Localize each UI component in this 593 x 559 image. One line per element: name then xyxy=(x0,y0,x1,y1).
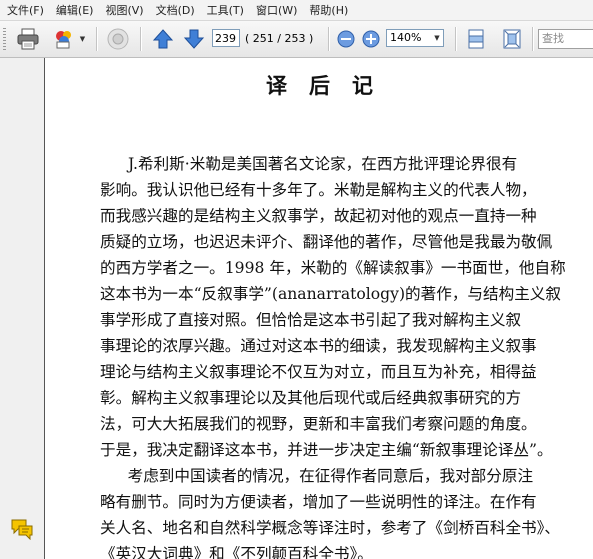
zoom-in-button[interactable] xyxy=(360,26,382,52)
fit-page-icon xyxy=(503,29,521,49)
menu-window[interactable]: 窗口(W) xyxy=(250,2,303,18)
menu-file[interactable]: 文件(F) xyxy=(0,2,50,18)
menu-view[interactable]: 视图(V) xyxy=(99,2,149,18)
zoom-select[interactable]: 140% ▼ xyxy=(386,29,444,47)
text-line: 法，可大大拓展我们的视野，更新和丰富我们考察问题的角度。 xyxy=(100,415,537,433)
text-line: 《英汉大词典》和《不列颠百科全书》。 xyxy=(100,545,373,559)
menu-tools[interactable]: 工具(T) xyxy=(201,2,250,18)
fit-width-icon xyxy=(468,29,484,49)
text-line: 关人名、地名和自然科学概念等译注时，参考了《剑桥百科全书》、 xyxy=(100,519,561,537)
chevron-down-icon: ▼ xyxy=(79,35,86,43)
search-input[interactable]: 查找 xyxy=(538,29,593,49)
menu-help[interactable]: 帮助(H) xyxy=(303,2,354,18)
text-line: 影响。我认识他已经有十多年了。米勒是解构主义的代表人物， xyxy=(100,181,537,199)
text-line: 质疑的立场，也迟迟未评介、翻译他的著作，尽管他是我最为敬佩 xyxy=(100,233,553,251)
print-button[interactable] xyxy=(13,26,43,52)
text-line: J.希利斯·米勒是美国著名文论家，在西方批评理论界很有 xyxy=(128,155,518,173)
fit-width-button[interactable] xyxy=(462,26,490,52)
text-line: 理论与结构主义叙事理论不仅互为对立，而且互为补充，相得益 xyxy=(100,363,537,381)
text-line: 考虑到中国读者的情况，在征得作者同意后，我对部分原注 xyxy=(112,467,534,485)
document-page[interactable]: 译后记 J.希利斯·米勒是美国著名文论家，在西方批评理论界很有 影响。我认识他已… xyxy=(44,58,593,559)
comments-icon xyxy=(11,519,33,541)
page-number-input[interactable]: 239 xyxy=(212,29,240,47)
print-icon xyxy=(17,28,39,50)
page-title: 译后记 xyxy=(266,73,395,98)
comments-button[interactable] xyxy=(10,518,34,544)
arrow-up-icon xyxy=(152,29,174,49)
share-button[interactable]: ▼ xyxy=(50,26,88,52)
text-line: 彰。解构主义叙事理论以及其他后现代或后经典叙事研究的方 xyxy=(100,389,522,407)
text-line: 于是，我决定翻译这本书，并进一步决定主编“新叙事理论译丛”。 xyxy=(100,441,553,459)
zoom-out-button[interactable] xyxy=(335,26,357,52)
next-page-button[interactable] xyxy=(180,26,208,52)
toolbar: ▼ 239 ( 251 / 253 ) 140% ▼ 查找 xyxy=(0,21,593,58)
menu-bar: 文件(F) 编辑(E) 视图(V) 文档(D) 工具(T) 窗口(W) 帮助(H… xyxy=(0,0,593,21)
text-line: 事学形成了直接对照。但恰恰是这本书引起了我对解构主义叙 xyxy=(100,311,522,329)
page-count: ( 251 / 253 ) xyxy=(245,32,314,45)
chevron-down-icon: ▼ xyxy=(434,34,440,42)
text-line: 这本书为一本“反叙事学”(ananarratology)的著作，与结构主义叙 xyxy=(100,285,561,303)
fit-page-button[interactable] xyxy=(498,26,526,52)
text-line: 略有删节。同时为方便读者，增加了一些说明性的译注。在作有 xyxy=(100,493,537,511)
text-line: 而我感兴趣的是结构主义叙事学，故起初对他的观点一直持一种 xyxy=(100,207,537,225)
toolbar-grip[interactable] xyxy=(3,28,6,50)
hand-icon xyxy=(107,28,129,50)
zoom-in-icon xyxy=(362,30,380,48)
zoom-value: 140% xyxy=(390,31,422,44)
text-line: 的西方学者之一。1998 年，米勒的《解读叙事》一书面世，他自称 xyxy=(100,259,566,277)
text-line: 事理论的浓厚兴趣。通过对这本书的细读，我发现解构主义叙事 xyxy=(100,337,537,355)
navigation-panel xyxy=(0,58,44,559)
menu-document[interactable]: 文档(D) xyxy=(150,2,201,18)
zoom-out-icon xyxy=(337,30,355,48)
hand-tool-button[interactable] xyxy=(104,26,132,52)
previous-page-button[interactable] xyxy=(149,26,177,52)
arrow-down-icon xyxy=(183,29,205,49)
share-icon xyxy=(55,31,71,49)
menu-edit[interactable]: 编辑(E) xyxy=(50,2,100,18)
